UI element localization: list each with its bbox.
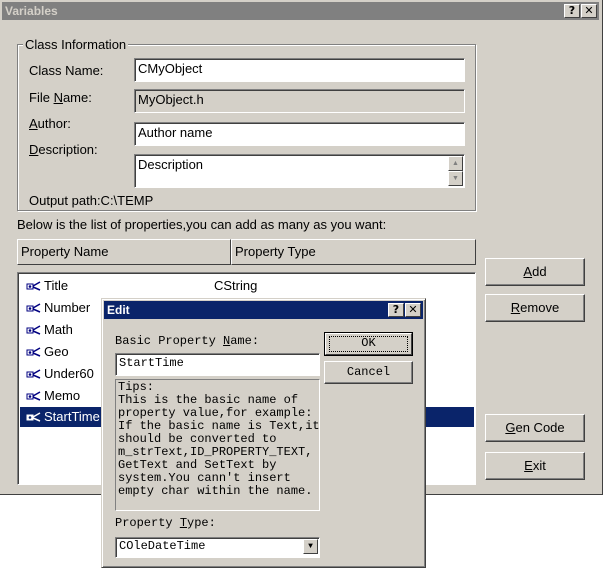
class-name-label: Class Name: (29, 63, 104, 78)
edit-help-button[interactable]: ? (388, 303, 404, 317)
property-name: Memo (44, 388, 81, 403)
class-name-value: CMyObject (138, 61, 203, 76)
property-icon (26, 303, 41, 313)
property-type-label-pre: Property (115, 516, 180, 530)
property-type-label-post: ype: (187, 516, 216, 530)
gen-code-button-mnemonic: G (505, 420, 516, 435)
file-name-label-mnemonic: N (53, 90, 63, 105)
property-type-value: COleDateTime (119, 539, 206, 553)
edit-dialog: Edit ? ✕ Basic Property Name: StartTime … (101, 298, 426, 568)
column-header-property-name[interactable]: Property Name (17, 239, 231, 265)
basic-name-input[interactable]: StartTime (115, 353, 320, 376)
basic-name-label-post: ame: (230, 334, 260, 348)
property-type: CString (214, 278, 258, 293)
edit-close-button[interactable]: ✕ (405, 303, 421, 317)
file-name-field: MyObject.h (134, 89, 465, 113)
property-name: StartTime (44, 409, 100, 424)
class-name-input[interactable]: CMyObject (134, 58, 465, 82)
author-label: Author: (29, 116, 71, 131)
close-button[interactable]: ✕ (581, 4, 597, 18)
scroll-up-arrow-icon[interactable]: ▲ (448, 156, 463, 171)
file-name-label: File Name: (29, 90, 92, 105)
title-bar: Variables ? ✕ (2, 2, 599, 20)
property-type-label: Property Type: (115, 516, 216, 530)
edit-title-bar: Edit ? ✕ (104, 301, 423, 319)
author-label-mnemonic: A (29, 116, 38, 131)
window-title: Variables (5, 4, 58, 18)
gen-code-button[interactable]: Gen Code (485, 414, 585, 442)
property-name: Title (44, 278, 69, 293)
add-button[interactable]: Add (485, 258, 585, 286)
property-name: Geo (44, 344, 69, 359)
basic-name-label-pre: Basic Property (115, 334, 224, 348)
ok-button[interactable]: OK (324, 332, 413, 356)
exit-button-mnemonic: E (524, 458, 533, 473)
class-info-legend: Class Information (23, 37, 129, 52)
property-icon (26, 369, 41, 379)
tips-text: Tips: This is the basic name of property… (115, 379, 320, 511)
add-button-label: dd (532, 264, 547, 279)
description-label: Description: (29, 142, 98, 157)
remove-button-mnemonic: R (510, 300, 521, 315)
description-textarea[interactable]: Description ▲ ▼ (134, 154, 465, 188)
author-input[interactable]: Author name (134, 122, 465, 146)
edit-dialog-title: Edit (107, 303, 130, 317)
property-icon (26, 412, 41, 422)
cancel-button[interactable]: Cancel (324, 361, 413, 384)
property-name: Math (44, 322, 73, 337)
column-header-property-type[interactable]: Property Type (231, 239, 476, 265)
exit-button-label: xit (532, 458, 546, 473)
author-label-post: uthor: (37, 116, 71, 131)
output-path-label: Output path:C:\TEMP (29, 193, 154, 208)
description-value: Description (138, 157, 204, 172)
help-button[interactable]: ? (564, 4, 580, 18)
gen-code-button-label: en Code (515, 420, 565, 435)
focus-rect (329, 336, 408, 352)
add-button-mnemonic: A (523, 264, 533, 279)
basic-name-label: Basic Property Name: (115, 334, 259, 348)
property-icon (26, 347, 41, 357)
description-label-post: escription: (38, 142, 98, 157)
scroll-down-arrow-icon[interactable]: ▼ (448, 171, 463, 186)
description-label-mnemonic: D (29, 142, 39, 157)
property-type-label-mnemonic: T (179, 516, 188, 530)
property-name: Number (44, 300, 91, 315)
property-icon (26, 325, 41, 335)
exit-button[interactable]: Exit (485, 452, 585, 480)
property-icon (26, 281, 41, 291)
file-name-value: MyObject.h (138, 92, 204, 107)
remove-button-label: emove (520, 300, 560, 315)
remove-button[interactable]: Remove (485, 294, 585, 322)
list-item[interactable]: Title CString (22, 276, 474, 296)
author-value: Author name (138, 125, 213, 140)
property-name: Under60 (44, 366, 94, 381)
property-icon (26, 391, 41, 401)
file-name-label-post: ame: (62, 90, 92, 105)
properties-intro: Below is the list of properties,you can … (17, 217, 387, 232)
dropdown-arrow-icon[interactable]: ▼ (303, 539, 318, 554)
basic-name-value: StartTime (119, 356, 184, 370)
file-name-label-pre: File (29, 90, 54, 105)
property-type-select[interactable]: COleDateTime ▼ (115, 537, 320, 558)
